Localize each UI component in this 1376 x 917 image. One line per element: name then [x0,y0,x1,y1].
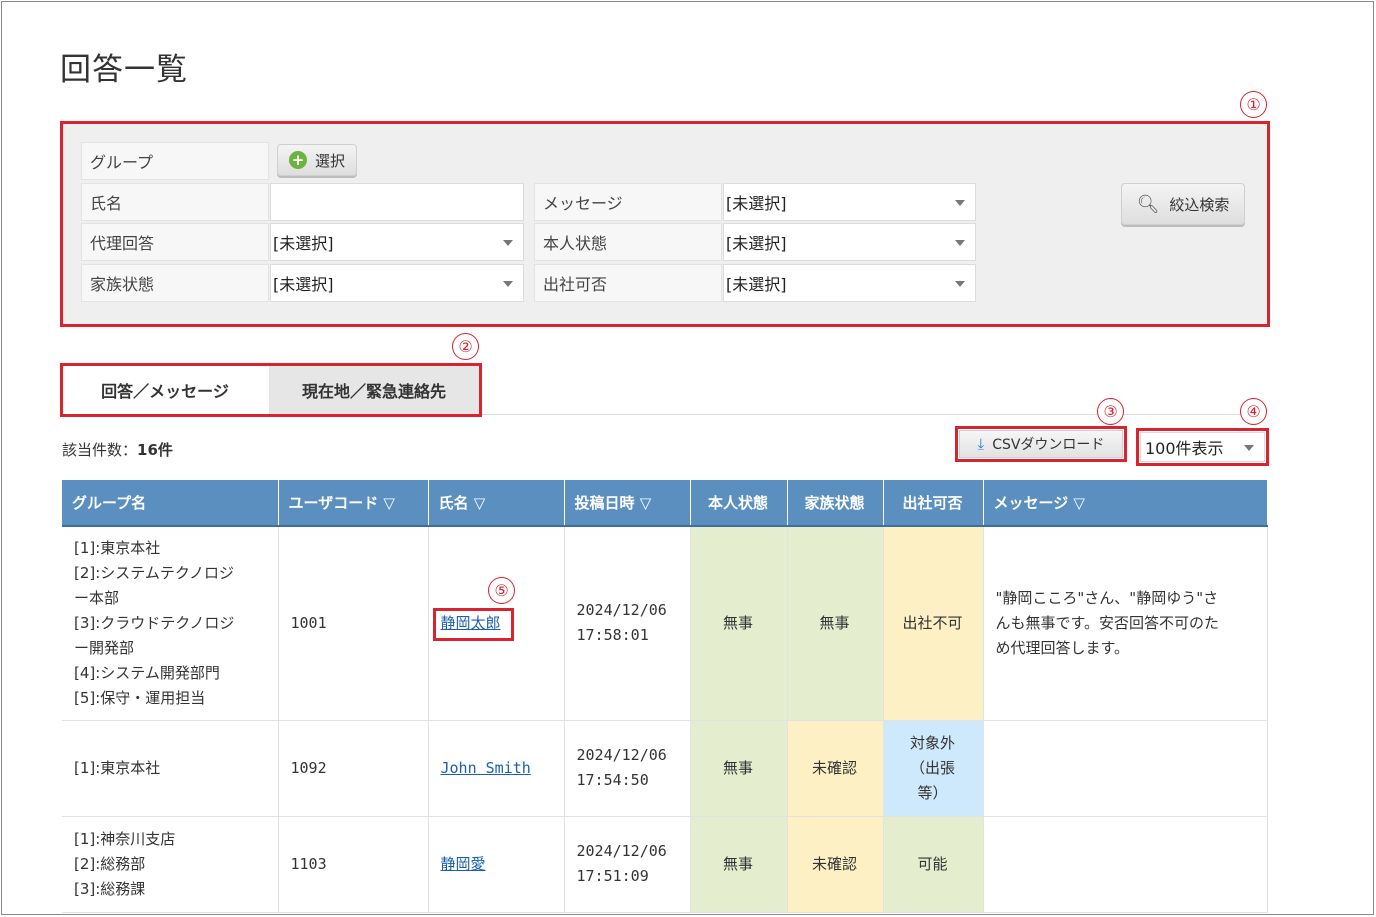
callout-4: ④ [1240,398,1267,425]
attendance-cell: 可能 [883,816,984,913]
callout-1: ① [1240,91,1267,118]
self-status-cell: 無事 [690,526,788,721]
family-status-cell: 無事 [787,526,884,721]
group-line: [1]:東京本社 [74,538,161,557]
message-cell [983,816,1268,913]
attendance-line: 等） [917,783,948,802]
message-line: め代理回答します。 [995,638,1130,657]
callout-2: ② [452,333,479,360]
message-cell: "静岡こころ"さん、"静岡ゆう"さ んも無事です。安否回答不可のた め代理回答し… [983,526,1268,721]
header-user-code[interactable]: ユーザコード ▽ [278,480,429,527]
group-cell: [1]:神奈川支店 [2]:総務部 [3]:総務課 [62,816,279,913]
screen-frame: 回答一覧 ① グループ + 選択 氏名 メッセージ [未選択] 代理回答 [未選… [1,1,1374,915]
header-posted-at[interactable]: 投稿日時 ▽ [564,480,691,527]
answers-table: グループ名 ユーザコード ▽ 氏名 ▽ 投稿日時 ▽ 本人状態 家族状態 出社可… [62,480,1268,913]
table-row: [1]:神奈川支店 [2]:総務部 [3]:総務課 1103 静岡愛 2024/… [62,816,1268,913]
callout-3: ③ [1097,398,1124,425]
highlight-box-2 [60,363,482,417]
posted-at-cell: 2024/12/06 17:51:09 [564,816,691,913]
user-name-link[interactable]: 静岡愛 [441,855,486,873]
highlight-box-3 [955,426,1127,462]
highlight-box-5 [433,608,514,641]
header-attendance: 出社可否 [883,480,984,527]
name-cell: John Smith [428,720,565,817]
result-count-label: 該当件数： [62,441,138,459]
posted-time: 17:54:50 [576,771,649,789]
group-line: [3]:クラウドテクノロジ [74,613,235,632]
attendance-cell: 出社不可 [883,526,984,721]
posted-date: 2024/12/06 [576,842,667,860]
group-line: ー本部 [74,588,120,607]
group-line: ー開発部 [74,638,135,657]
posted-time: 17:51:09 [576,867,649,885]
table-row: [1]:東京本社 [2]:システムテクノロジ ー本部 [3]:クラウドテクノロジ… [62,526,1268,721]
family-status-cell: 未確認 [787,720,884,817]
page-title: 回答一覧 [60,52,188,88]
group-line: [1]:東京本社 [74,758,161,777]
posted-date: 2024/12/06 [576,601,667,620]
family-status-cell: 未確認 [787,816,884,913]
user-code-cell: 1103 [278,816,429,913]
attendance-line: （出張 [909,758,955,777]
result-count: 該当件数：16件 [62,439,173,460]
highlight-box-4 [1136,428,1269,466]
message-line: んも無事です。安否回答不可のた [995,613,1220,632]
message-cell [983,720,1268,817]
group-line: [3]:総務課 [74,879,146,898]
table-row: [1]:東京本社 1092 John Smith 2024/12/06 17:5… [62,720,1268,817]
group-cell: [1]:東京本社 [2]:システムテクノロジ ー本部 [3]:クラウドテクノロジ… [62,526,279,721]
attendance-line: 対象外 [909,733,955,752]
result-count-value: 16件 [137,441,173,459]
callout-5: ⑤ [488,577,515,604]
table-header-row: グループ名 ユーザコード ▽ 氏名 ▽ 投稿日時 ▽ 本人状態 家族状態 出社可… [62,480,1268,527]
header-name[interactable]: 氏名 ▽ [428,480,565,527]
group-line: [2]:システムテクノロジ [74,563,234,582]
group-line: [4]:システム開発部門 [74,663,220,682]
user-code-cell: 1001 [278,526,429,721]
posted-date: 2024/12/06 [576,746,667,764]
header-self-status: 本人状態 [690,480,788,527]
group-line: [5]:保守・運用担当 [74,688,206,707]
group-line: [2]:総務部 [74,854,146,873]
attendance-cell: 対象外 （出張 等） [883,720,984,817]
group-cell: [1]:東京本社 [62,720,279,817]
posted-at-cell: 2024/12/06 17:54:50 [564,720,691,817]
self-status-cell: 無事 [690,816,788,913]
posted-at-cell: 2024/12/06 17:58:01 [564,526,691,721]
name-cell: 静岡愛 [428,816,565,913]
self-status-cell: 無事 [690,720,788,817]
message-line: "静岡こころ"さん、"静岡ゆう"さ [995,588,1219,607]
header-family-status: 家族状態 [787,480,884,527]
posted-time: 17:58:01 [576,626,649,645]
header-message[interactable]: メッセージ ▽ [983,480,1268,527]
group-line: [1]:神奈川支店 [74,829,176,848]
header-group: グループ名 [62,480,279,527]
user-code-cell: 1092 [278,720,429,817]
highlight-box-1 [60,121,1270,327]
user-name-link[interactable]: John Smith [441,759,531,777]
